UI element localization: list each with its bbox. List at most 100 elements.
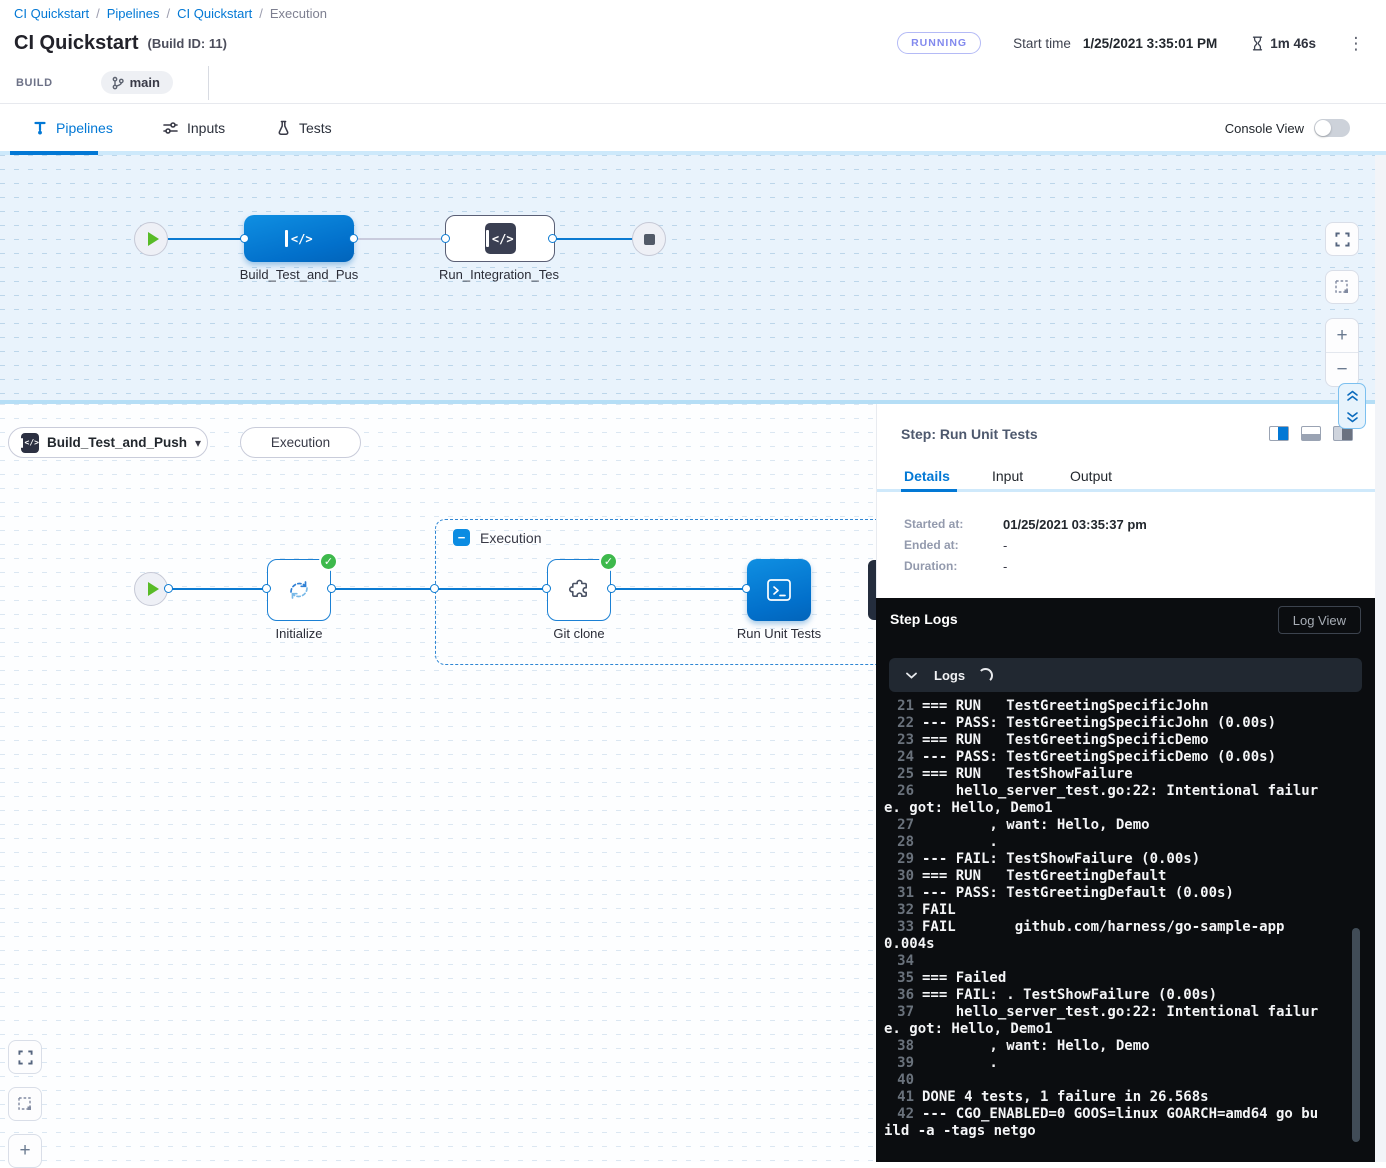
log-line: 39 . [884,1055,1322,1072]
success-check-icon: ✓ [319,552,338,571]
log-line: 30=== RUN TestGreetingDefault [884,868,1322,885]
ci-stage-icon: </> [21,433,39,453]
console-view-toggle[interactable] [1314,119,1350,137]
toggle-knob [1315,120,1331,136]
marquee-select-button[interactable] [8,1087,42,1121]
log-line: 33FAIL github.com/harness/go-sample-app … [884,919,1322,953]
log-scrollbar-thumb[interactable] [1352,928,1360,1142]
zoom-in-button[interactable]: + [8,1134,42,1168]
log-line: 27 , want: Hello, Demo [884,817,1322,834]
tab-inputs[interactable]: Inputs [162,104,225,152]
elapsed-time: 1m 46s [1270,36,1316,51]
detail-row-duration: Duration: - [904,559,1007,574]
logs-section-header[interactable]: Logs [889,658,1362,692]
group-collapse-button[interactable]: − [453,529,470,546]
log-line: 40 [884,1072,1322,1089]
detail-value: - [1003,559,1007,574]
tab-bar: Pipelines Inputs Tests Console View [0,103,1386,155]
breadcrumb: CI Quickstart/Pipelines/CI Quickstart/Ex… [14,6,327,21]
step-node-initialize[interactable]: ✓ [267,559,331,621]
breadcrumb-separator: / [167,6,171,21]
stage-start-node[interactable] [134,572,168,606]
breadcrumb-link-pipeline2[interactable]: CI Quickstart [177,6,252,21]
layout-right-view-icon[interactable] [1269,426,1289,441]
play-icon [148,232,159,246]
zoom-out-button[interactable]: − [1326,353,1358,386]
start-time-label: Start time [1013,36,1071,51]
port [548,234,557,243]
log-lines: 21=== RUN TestGreetingSpecificJohn22--- … [884,698,1322,1140]
stage-node-label: Build_Test_and_Pus [219,267,379,282]
log-line: 38 , want: Hello, Demo [884,1038,1322,1055]
stage-node-run-integration-tests[interactable]: </> [445,215,555,262]
log-line: 36=== FAIL: . TestShowFailure (0.00s) [884,987,1322,1004]
plus-icon: + [19,1140,30,1162]
chevron-down-icon [906,672,917,679]
edge [168,588,748,590]
layout-bottom-view-icon[interactable] [1301,426,1321,441]
tab-tests[interactable]: Tests [276,104,332,152]
tab-input[interactable]: Input [992,468,1023,484]
logs-section-label: Logs [934,668,965,683]
detail-row-started-at: Started at: 01/25/2021 03:35:37 pm [904,517,1147,532]
detail-label: Started at: [904,517,1003,532]
success-check-icon: ✓ [599,552,618,571]
ci-step-icon: </> [485,223,516,254]
step-node-run-unit-tests[interactable] [747,559,811,621]
panel-collapse-expand-control[interactable] [1338,383,1366,429]
breadcrumb-separator: / [96,6,100,21]
sliders-icon [162,120,179,136]
pipeline-end-node[interactable] [632,222,666,256]
execution-group: − Execution [435,519,893,665]
breadcrumb-link-pipelines[interactable]: Pipelines [107,6,160,21]
log-line: 35=== Failed [884,970,1322,987]
log-line: 28 . [884,834,1322,851]
kebab-menu-icon[interactable]: ⋮ [1346,35,1366,52]
fullscreen-button[interactable] [8,1040,42,1074]
detail-row-ended-at: Ended at: - [904,538,1007,553]
tab-output[interactable]: Output [1070,468,1112,484]
step-logs-panel: Step Logs Log View Logs 21=== RUN TestGr… [876,598,1375,1162]
breadcrumb-link-pipeline[interactable]: CI Quickstart [14,6,89,21]
terminal-icon [764,576,794,604]
port [441,234,450,243]
step-node-git-clone[interactable]: ✓ [547,559,611,621]
tab-details[interactable]: Details [904,468,950,484]
zoom-in-button[interactable]: + [1326,319,1358,353]
log-line: 42--- CGO_ENABLED=0 GOOS=linux GOARCH=am… [884,1106,1322,1140]
stage-node-build-test-and-push[interactable]: </> [244,215,354,262]
build-id: (Build ID: 11) [147,36,226,51]
group-label: Execution [480,530,541,546]
marquee-select-button[interactable] [1325,270,1359,304]
pipeline-icon [32,120,48,136]
stage-graph-canvas[interactable]: </> Build_Test_and_Pus </> Run_Integrati… [0,155,1386,400]
log-line: 23=== RUN TestGreetingSpecificDemo [884,732,1322,749]
play-icon [148,582,159,596]
tab-pipelines[interactable]: Pipelines [32,104,113,152]
fill [1278,427,1288,440]
log-line: 25=== RUN TestShowFailure [884,766,1322,783]
log-line: 26 hello_server_test.go:22: Intentional … [884,783,1322,817]
detail-value: - [1003,538,1007,553]
log-view-button[interactable]: Log View [1278,606,1361,634]
git-clone-plugin-icon [564,575,594,605]
ci-step-icon: </> [285,230,312,247]
port [164,584,173,593]
step-details-panel: Step: Run Unit Tests Details Input Outpu… [876,404,1375,598]
flask-icon [276,120,291,136]
zoom-controls: + − [1325,318,1359,387]
tab-label: Pipelines [56,120,113,136]
branch-chip[interactable]: main [101,71,173,94]
pipeline-start-node[interactable] [134,222,168,256]
stage-selector-label: Build_Test_and_Push [47,435,187,450]
page-title: CI Quickstart [14,32,138,55]
port [607,584,616,593]
execution-button-label: Execution [271,435,330,450]
log-line: 24--- PASS: TestGreetingSpecificDemo (0.… [884,749,1322,766]
breadcrumb-current: Execution [270,6,327,21]
fullscreen-button[interactable] [1325,222,1359,256]
step-node-label: Run Unit Tests [699,626,859,641]
execution-view-button[interactable]: Execution [240,427,361,458]
initialize-sync-icon [284,575,314,605]
stage-selector-dropdown[interactable]: </> Build_Test_and_Push ▾ [8,427,208,458]
